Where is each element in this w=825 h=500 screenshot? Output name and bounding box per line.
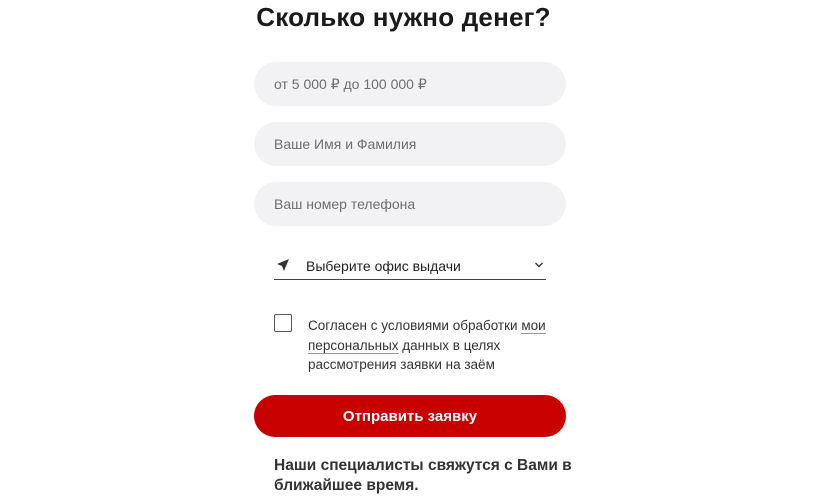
office-select[interactable]: Выберите офис выдачи bbox=[274, 252, 546, 280]
consent-checkbox[interactable] bbox=[274, 314, 292, 332]
office-select-label: Выберите офис выдачи bbox=[306, 258, 461, 274]
form-title: Сколько нужно денег? bbox=[256, 2, 551, 32]
full-name-input[interactable] bbox=[254, 122, 566, 166]
contact-note: Наши специалисты свяжутся с Вами в ближа… bbox=[274, 457, 572, 494]
chevron-down-icon bbox=[535, 262, 543, 268]
consent-text: Согласен с условиями обработки мои персо… bbox=[308, 316, 558, 375]
amount-input[interactable] bbox=[254, 62, 566, 106]
loan-form-page: Сколько нужно денег? Выберите офис выдач… bbox=[0, 0, 825, 500]
submit-application-button[interactable]: Отправить заявку bbox=[254, 395, 566, 437]
consent-text-before: Согласен с условиями обработки bbox=[308, 318, 522, 333]
phone-input[interactable] bbox=[254, 182, 566, 226]
location-arrow-icon bbox=[277, 259, 289, 271]
